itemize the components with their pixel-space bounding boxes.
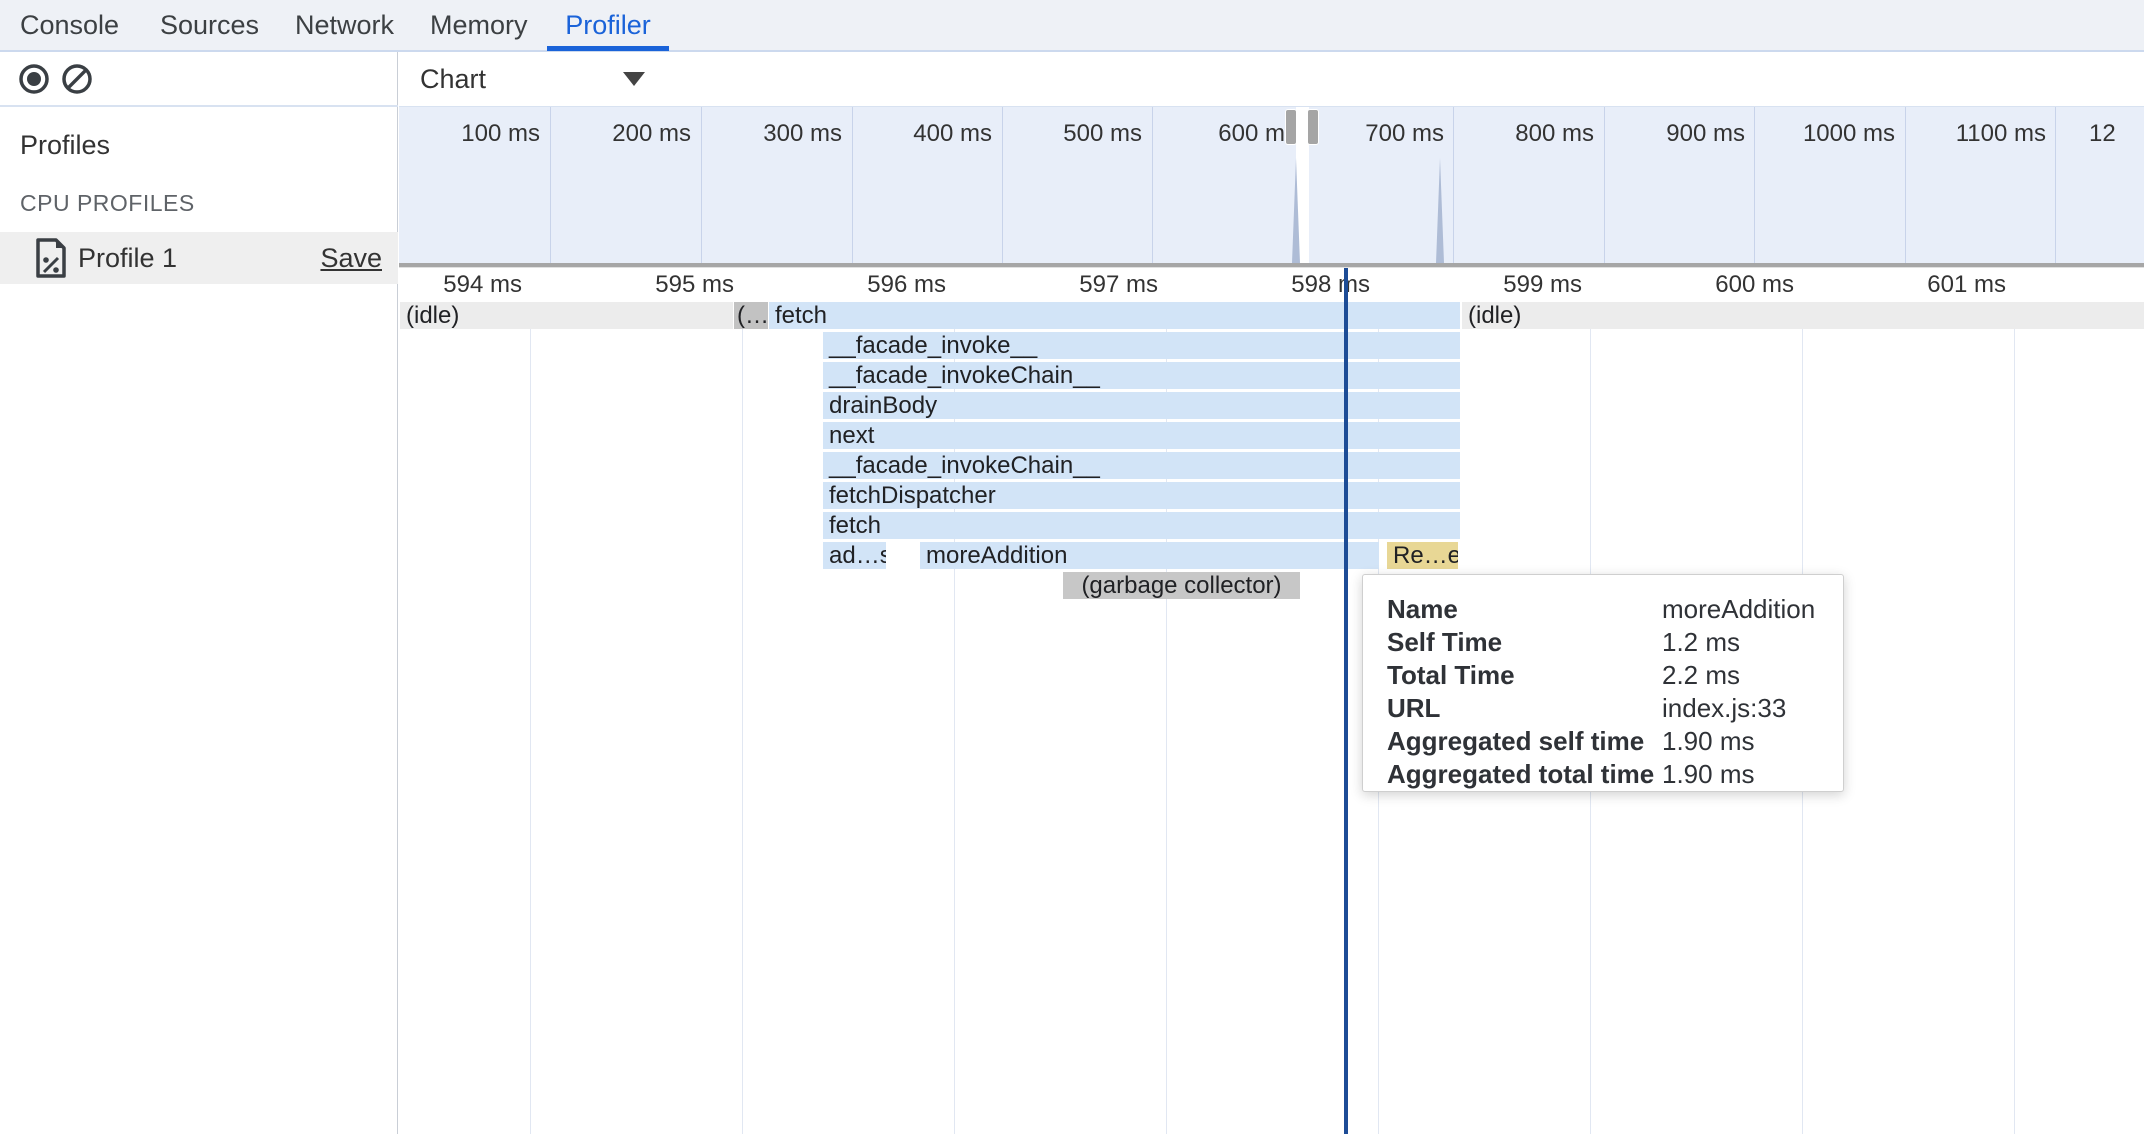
overview-left-handle[interactable]	[1285, 109, 1297, 145]
ruler-tick-label: 596 ms	[786, 270, 946, 300]
tooltip-label: Self Time	[1387, 626, 1662, 659]
tab-network[interactable]: Network	[295, 0, 385, 50]
ruler-tick-label: 594 ms	[362, 270, 522, 300]
overview-right-handle[interactable]	[1307, 109, 1319, 145]
flame-bar-facade-invoke-chain[interactable]: __facade_invokeChain__	[823, 452, 1460, 479]
overview-divider	[2055, 107, 2056, 263]
flame-bar-fetch-dispatcher[interactable]: fetchDispatcher	[823, 482, 1460, 509]
tab-console[interactable]: Console	[20, 0, 116, 50]
profiles-sidebar: Profiles CPU PROFILES Profile 1 Save	[0, 52, 398, 1134]
flame-chart[interactable]: (idle) (… fetch (idle) __facade_invoke__…	[399, 302, 2144, 1134]
view-mode-select[interactable]: Chart	[420, 52, 645, 106]
time-cursor-line	[1344, 268, 1348, 1134]
profiler-view-toolbar: Chart	[399, 52, 2144, 107]
tooltip-label: Name	[1387, 593, 1662, 626]
tooltip-value: 2.2 ms	[1662, 659, 1740, 692]
ruler-tick-label: 599 ms	[1422, 270, 1582, 300]
tab-memory[interactable]: Memory	[430, 0, 522, 50]
tooltip-value: 1.2 ms	[1662, 626, 1740, 659]
overview-tick-label: 1100 ms	[1866, 119, 2046, 149]
overview-tick-label: 12	[2089, 119, 2144, 149]
flame-bar-facade-invoke[interactable]: __facade_invoke__	[823, 332, 1460, 359]
tooltip-value: moreAddition	[1662, 593, 1815, 626]
tooltip-label: Aggregated total time	[1387, 758, 1662, 791]
frame-details-tooltip: NamemoreAddition Self Time1.2 ms Total T…	[1362, 574, 1844, 792]
detail-time-ruler: 594 ms 595 ms 596 ms 597 ms 598 ms 599 m…	[399, 268, 2144, 302]
tooltip-value: 1.90 ms	[1662, 725, 1755, 758]
flame-bar-drain-body[interactable]: drainBody	[823, 392, 1460, 419]
tooltip-label: URL	[1387, 692, 1662, 725]
ruler-tick-label: 600 ms	[1634, 270, 1794, 300]
ms-gridline	[530, 302, 531, 1134]
flame-bar-fetch[interactable]: fetch	[769, 302, 1460, 329]
tooltip-value: 1.90 ms	[1662, 758, 1755, 791]
flame-bar-more-addition[interactable]: moreAddition	[920, 542, 1379, 569]
cpu-activity-spike	[1436, 158, 1444, 263]
flame-bar-garbage-collector[interactable]: (garbage collector)	[1063, 572, 1300, 599]
profile-name: Profile 1	[78, 232, 177, 284]
profile-list-item[interactable]: Profile 1 Save	[0, 232, 398, 284]
flame-bar-hot[interactable]: Re…e	[1387, 542, 1458, 569]
ms-gridline	[742, 302, 743, 1134]
tab-bar: Console Sources Network Memory Profiler	[0, 0, 2144, 52]
flame-bar-fetch[interactable]: fetch	[823, 512, 1460, 539]
overview-tick-label: 600 m	[1105, 119, 1285, 149]
tooltip-label: Total Time	[1387, 659, 1662, 692]
ruler-tick-label: 597 ms	[998, 270, 1158, 300]
tab-profiler[interactable]: Profiler	[547, 0, 669, 50]
cpu-profiles-section-label: CPU PROFILES	[20, 190, 195, 217]
flame-bar-add-numbers[interactable]: ad…s	[823, 542, 886, 569]
ruler-tick-label: 601 ms	[1846, 270, 2006, 300]
record-icon[interactable]	[19, 64, 49, 94]
ms-gridline	[2014, 302, 2015, 1134]
clear-icon[interactable]	[62, 64, 92, 94]
view-mode-value: Chart	[420, 64, 486, 95]
tooltip-value: index.js:33	[1662, 692, 1786, 725]
devtools-window: Console Sources Network Memory Profiler …	[0, 0, 2144, 1134]
flame-bar-facade-invoke-chain[interactable]: __facade_invokeChain__	[823, 362, 1460, 389]
flame-bar-idle[interactable]: (idle)	[400, 302, 733, 329]
profiles-toolbar	[0, 52, 398, 107]
flame-bar-next[interactable]: next	[823, 422, 1460, 449]
chevron-down-icon	[623, 72, 645, 86]
flame-bar-collapsed[interactable]: (…	[734, 302, 768, 329]
tooltip-label: Aggregated self time	[1387, 725, 1662, 758]
cpu-activity-spike	[1292, 158, 1300, 263]
active-tab-underline	[547, 46, 669, 51]
timeline-overview[interactable]: 100 ms 200 ms 300 ms 400 ms 500 ms 600 m…	[399, 107, 2144, 263]
flame-bar-idle[interactable]: (idle)	[1462, 302, 2144, 329]
profiles-heading: Profiles	[20, 130, 110, 161]
ruler-tick-label: 595 ms	[574, 270, 734, 300]
tab-sources[interactable]: Sources	[160, 0, 248, 50]
profile-document-icon	[34, 238, 68, 283]
